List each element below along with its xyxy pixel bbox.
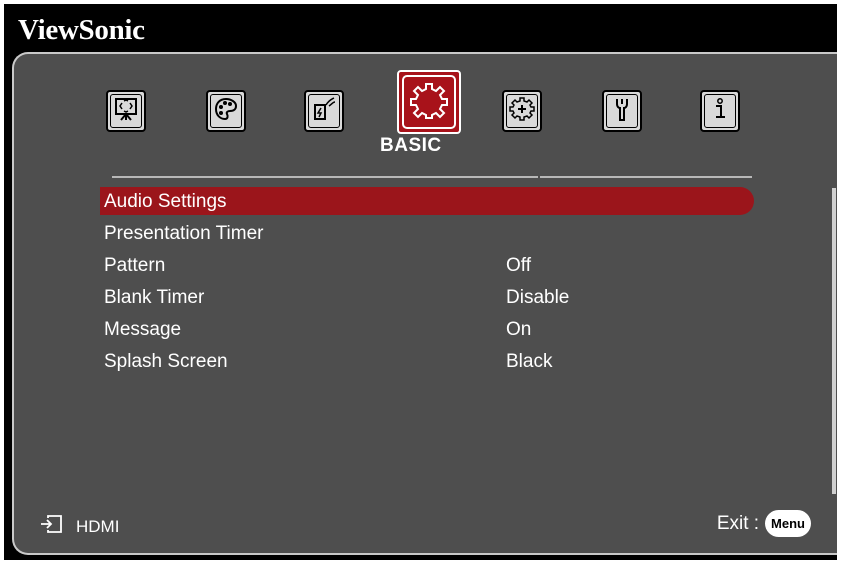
tab-color[interactable] [206, 90, 246, 132]
input-source-label: HDMI [76, 516, 120, 536]
menu-item-audio-settings[interactable]: Audio Settings [100, 187, 754, 215]
exit-label: Exit : [716, 512, 760, 534]
scrollbar[interactable] [832, 188, 836, 494]
menu-item-label: Audio Settings [104, 191, 227, 212]
menu-item-value: Off [506, 255, 531, 276]
tab-advanced[interactable] [502, 90, 542, 132]
menu-item-value: On [506, 319, 532, 340]
palette-icon [213, 96, 239, 127]
menu-item-blank-timer[interactable]: Blank Timer Disable [100, 283, 754, 311]
menu-item-label: Splash Screen [104, 351, 228, 372]
input-source: HDMI [40, 515, 119, 538]
wrench-icon [609, 96, 635, 127]
menu-item-pattern[interactable]: Pattern Off [100, 251, 754, 279]
menu-item-message[interactable]: Message On [100, 315, 754, 343]
tab-divider-left [112, 176, 538, 178]
tab-power[interactable] [304, 90, 344, 132]
menu-item-label: Message [104, 319, 182, 340]
gear-icon [409, 80, 449, 125]
tab-divider-right [540, 176, 752, 178]
menu-item-label: Blank Timer [104, 287, 205, 308]
menu-item-value: Disable [506, 287, 570, 308]
info-icon [707, 96, 733, 127]
tab-setup[interactable] [602, 90, 642, 132]
tab-display[interactable] [106, 90, 146, 132]
input-source-icon [40, 515, 62, 538]
menu-item-label: Pattern [104, 255, 166, 276]
display-icon [113, 96, 139, 127]
menu-item-presentation-timer[interactable]: Presentation Timer [100, 219, 754, 247]
tab-basic[interactable] [397, 70, 461, 134]
power-energy-icon [311, 96, 337, 127]
osd-menu: ViewSonic BASIC Audio Settings Presentat… [4, 4, 837, 560]
tab-basic-label: BASIC [380, 135, 442, 156]
menu-button[interactable]: Menu [765, 510, 811, 537]
menu-item-value: Black [506, 351, 553, 372]
brand-logo: ViewSonic [18, 14, 145, 46]
exit-hint: Exit : Menu [717, 510, 811, 537]
menu-item-splash-screen[interactable]: Splash Screen Black [100, 347, 754, 375]
advanced-gear-icon [509, 96, 535, 127]
menu-item-label: Presentation Timer [104, 223, 264, 244]
tab-information[interactable] [700, 90, 740, 132]
